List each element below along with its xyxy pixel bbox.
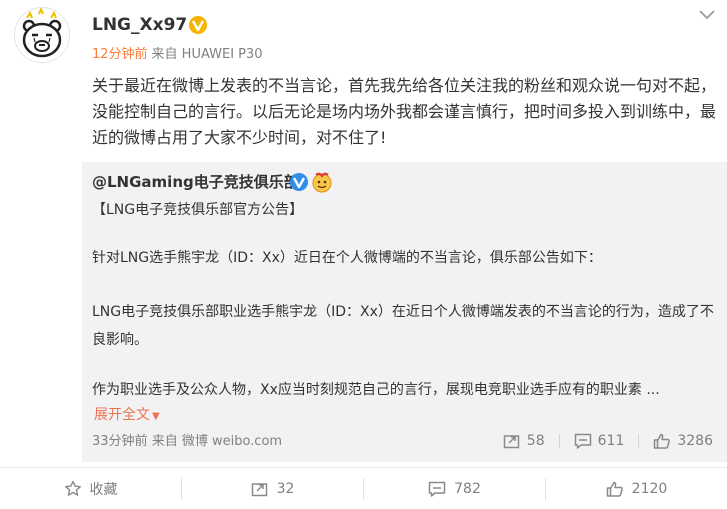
divider bbox=[558, 434, 560, 448]
repost-line-3: LNG电子竞技俱乐部职业选手熊宇龙（ID：Xx）在近日个人微博端发表的不当言论的… bbox=[92, 304, 714, 348]
repost-meta: 33分钟前 来自 微博 weibo.com bbox=[92, 434, 282, 450]
repost-icon bbox=[251, 482, 267, 496]
repost-repost-count: 58 bbox=[526, 433, 545, 449]
user-avatar[interactable] bbox=[14, 7, 70, 63]
repost-like-button[interactable]: 3286 bbox=[653, 433, 713, 449]
favorite-label: 收藏 bbox=[89, 481, 118, 498]
comment-icon bbox=[574, 433, 591, 449]
repost-comment-button[interactable]: 611 bbox=[574, 433, 625, 449]
bear-avatar-icon bbox=[15, 8, 69, 62]
repost-time[interactable]: 33分钟前 bbox=[92, 434, 148, 449]
repost-line-1: 【LNG电子竞技俱乐部官方公告】 bbox=[92, 202, 304, 218]
comment-icon bbox=[428, 481, 446, 497]
post-source: 来自 HUAWEI P30 bbox=[151, 47, 263, 62]
comment-button[interactable]: 782 bbox=[364, 479, 545, 499]
comment-count: 782 bbox=[454, 480, 481, 497]
post-text: 关于最近在微博上发表的不当言论，首先我先给各位关注我的粉丝和观众说一句对不起，没… bbox=[92, 76, 717, 147]
expand-full-text-link[interactable]: 展开全文 ▼ bbox=[94, 405, 160, 427]
like-icon bbox=[654, 433, 671, 449]
chevron-down-icon[interactable] bbox=[697, 8, 717, 22]
divider bbox=[638, 434, 640, 448]
caret-down-icon: ▼ bbox=[152, 411, 160, 422]
repost-button[interactable]: 32 bbox=[182, 479, 363, 499]
repost-stats: 58 611 3286 bbox=[503, 430, 713, 452]
action-bar: 收藏 32 782 2120 bbox=[0, 467, 727, 509]
repost-line-2: 针对LNG选手熊宇龙（ID：Xx）近日在个人微博端的不当言论，俱乐部公告如下： bbox=[92, 250, 602, 266]
expand-label: 展开全文 bbox=[94, 407, 150, 423]
reposted-card[interactable]: @LNGaming电子竞技俱乐部 【LNG电子竞技俱乐部官方公告】 针对LNG选… bbox=[82, 162, 727, 462]
like-icon bbox=[606, 481, 623, 497]
repost-author[interactable]: @LNGaming电子竞技俱乐部 bbox=[92, 172, 299, 192]
favorite-button[interactable]: 收藏 bbox=[0, 479, 181, 499]
post-time[interactable]: 12分钟前 bbox=[92, 47, 148, 62]
verified-blue-icon bbox=[290, 173, 308, 191]
repost-comment-count: 611 bbox=[597, 433, 625, 449]
repost-like-count: 3286 bbox=[677, 433, 713, 449]
repost-source: 来自 微博 weibo.com bbox=[151, 434, 283, 449]
verified-gold-icon bbox=[189, 16, 207, 34]
repost-line-4: 作为职业选手及公众人物，Xx应当时刻规范自己的言行，展现电竞职业选手应有的职业素… bbox=[92, 382, 660, 398]
repost-count: 32 bbox=[276, 480, 295, 497]
post-meta: 12分钟前 来自 HUAWEI P30 bbox=[92, 47, 263, 63]
emoji-badge-icon bbox=[312, 172, 332, 193]
post-username[interactable]: LNG_Xx97 bbox=[92, 15, 187, 35]
like-count: 2120 bbox=[631, 480, 668, 497]
like-button[interactable]: 2120 bbox=[546, 479, 727, 499]
repost-icon bbox=[503, 435, 520, 449]
star-icon bbox=[64, 480, 81, 496]
repost-repost-button[interactable]: 58 bbox=[503, 433, 545, 449]
